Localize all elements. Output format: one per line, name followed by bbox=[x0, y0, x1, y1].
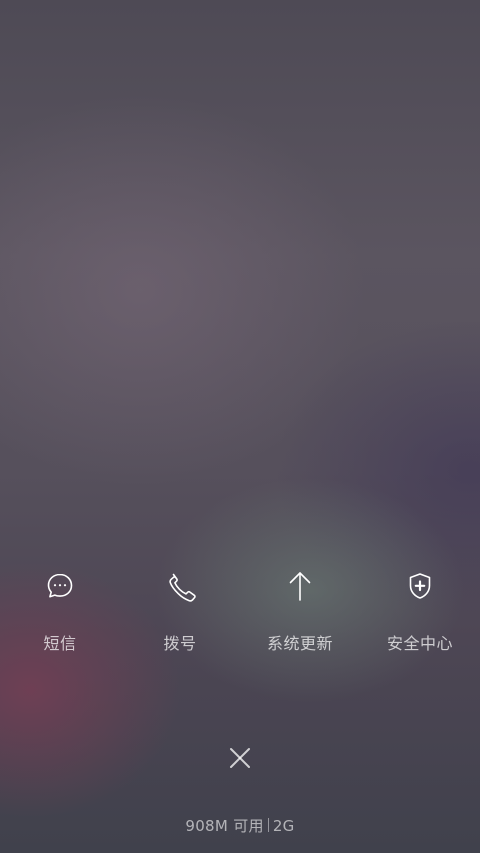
shortcut-system-update-label: 系统更新 bbox=[266, 634, 333, 653]
shield-icon bbox=[404, 570, 436, 602]
phone-icon bbox=[164, 570, 196, 602]
message-icon bbox=[44, 570, 76, 602]
memory-divider bbox=[267, 818, 269, 832]
shortcut-messages-label: 短信 bbox=[43, 634, 77, 653]
shortcut-messages[interactable]: 短信 bbox=[0, 560, 120, 670]
shortcut-dialer-label: 拨号 bbox=[163, 634, 197, 653]
shortcut-security-center[interactable]: 安全中心 bbox=[360, 560, 480, 670]
shortcut-system-update[interactable]: 系统更新 bbox=[240, 560, 360, 670]
recents-shortcut-bar: 短信 拨号 系统更新 安全中心 bbox=[0, 560, 480, 670]
shortcut-dialer[interactable]: 拨号 bbox=[120, 560, 240, 670]
close-icon bbox=[225, 743, 255, 773]
memory-status: 908M 可用 2G bbox=[0, 815, 480, 836]
shortcut-security-center-label: 安全中心 bbox=[386, 634, 453, 653]
memory-total: 2G bbox=[272, 817, 295, 835]
arrow-up-icon bbox=[284, 570, 316, 602]
memory-available: 908M 可用 bbox=[185, 817, 264, 835]
clear-recents-button[interactable] bbox=[225, 743, 255, 773]
